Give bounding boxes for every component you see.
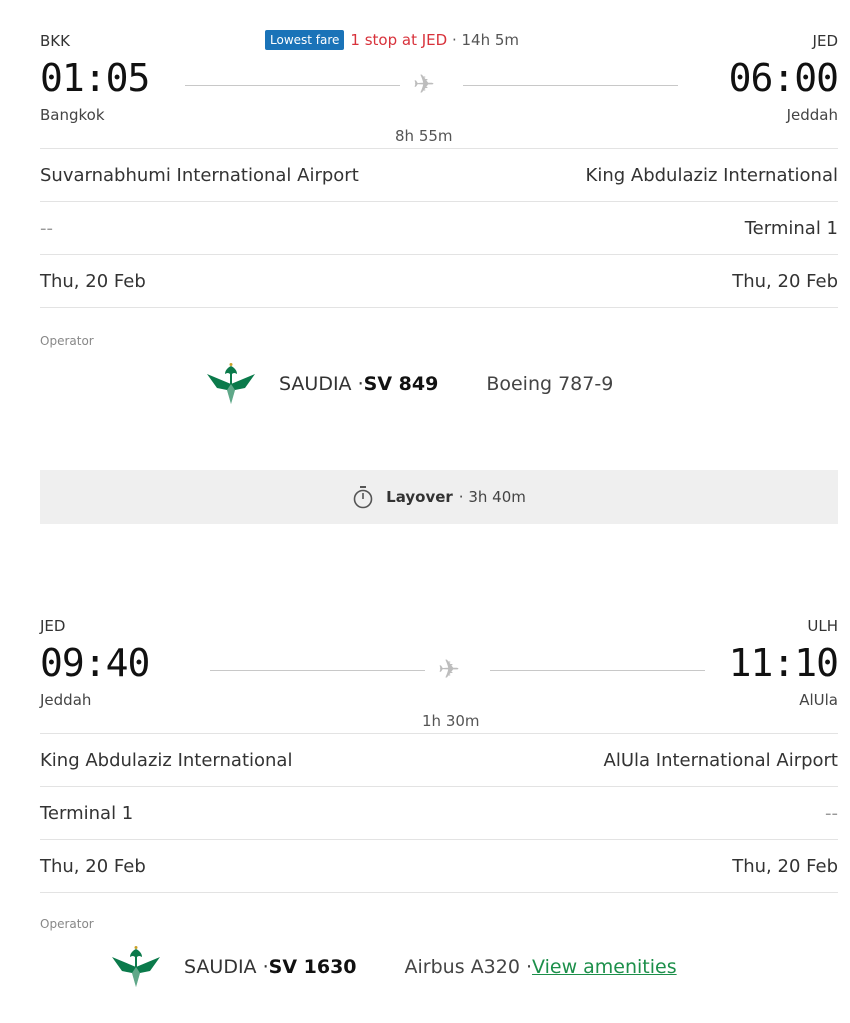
departure-time: 09:40 [40,641,150,685]
origin-airport: Suvarnabhumi International Airport [40,164,359,186]
origin-airport: King Abdulaziz International [40,749,293,771]
airline-name: SAUDIA · [184,956,269,978]
destination-city: Jeddah [786,106,838,124]
destination-city: AlUla [799,691,838,709]
segment-cities: Jeddah 1h 30m AlUla [40,685,838,733]
flight-number: SV 849 [363,373,439,395]
departure-time: 01:05 [40,56,150,100]
departure-date: Thu, 20 Feb [40,855,146,877]
route-line-left [185,85,400,86]
operator-label: Operator [40,917,94,931]
arrival-date: Thu, 20 Feb [732,855,838,877]
segment-times: 09:40 ✈ 11:10 [40,641,839,685]
origin-code: JED [40,617,66,635]
segment-codes: BKK Lowest fare 1 stop at JED · 14h 5m JE… [40,30,838,56]
total-duration: · 14h 5m [447,31,520,49]
plane-icon: ✈ [438,655,460,685]
date-row: Thu, 20 Feb Thu, 20 Feb [40,839,838,893]
airport-row: Suvarnabhumi International Airport King … [40,148,838,201]
flight-segment-2: JED ULH 09:40 ✈ 11:10 Jeddah 1h 30m AlUl… [40,615,839,987]
airport-row: King Abdulaziz International AlUla Inter… [40,733,838,786]
segment-times: 01:05 ✈ 06:00 [40,56,839,100]
saudia-logo-icon [207,363,255,404]
airline-name: SAUDIA · [279,373,364,395]
origin-city: Bangkok [40,106,105,124]
destination-terminal: Terminal 1 [744,217,838,239]
segment-duration: 8h 55m [395,127,453,145]
stops-text: 1 stop at JED [350,31,448,49]
segment-codes: JED ULH [40,615,838,641]
destination-code: ULH [807,617,838,635]
flight-segment-1: BKK Lowest fare 1 stop at JED · 14h 5m JE… [40,30,839,404]
arrival-date: Thu, 20 Feb [732,270,838,292]
flight-number: SV 1630 [268,956,357,978]
layover-duration: · 3h 40m [458,488,526,506]
layover-bar: Layover · 3h 40m [40,470,838,524]
stopwatch-icon [353,486,373,509]
operator-line: SAUDIA · SV 1630 Airbus A320 · View amen… [40,939,838,987]
lowest-fare-badge: Lowest fare [265,30,345,50]
segment-cities: Bangkok 8h 55m Jeddah [40,100,838,148]
origin-terminal: -- [40,217,53,239]
aircraft-type: Boeing 787-9 [486,373,614,395]
plane-icon: ✈ [413,70,435,100]
view-amenities-link[interactable]: View amenities [532,956,677,978]
date-row: Thu, 20 Feb Thu, 20 Feb [40,254,838,308]
operator-label: Operator [40,334,94,348]
layover-label: Layover [386,488,453,506]
saudia-logo-icon [112,946,160,987]
flight-details-card: BKK Lowest fare 1 stop at JED · 14h 5m JE… [0,0,850,1023]
arrival-time: 06:00 [728,56,839,100]
aircraft-type: Airbus A320 · [404,956,533,978]
destination-airport: AlUla International Airport [603,749,838,771]
operator-line: SAUDIA · SV 849 Boeing 787-9 [40,356,838,404]
departure-date: Thu, 20 Feb [40,270,146,292]
origin-terminal: Terminal 1 [40,802,134,824]
fare-summary: Lowest fare 1 stop at JED · 14h 5m [265,30,519,50]
origin-city: Jeddah [40,691,92,709]
destination-terminal: -- [825,802,838,824]
destination-code: JED [812,32,838,50]
route-line-left [210,670,425,671]
terminal-row: -- Terminal 1 [40,201,838,254]
route-line-right [463,85,678,86]
terminal-row: Terminal 1 -- [40,786,838,839]
origin-code: BKK [40,32,70,50]
segment-duration: 1h 30m [422,712,480,730]
arrival-time: 11:10 [728,641,839,685]
destination-airport: King Abdulaziz International [585,164,838,186]
route-line-right [490,670,705,671]
